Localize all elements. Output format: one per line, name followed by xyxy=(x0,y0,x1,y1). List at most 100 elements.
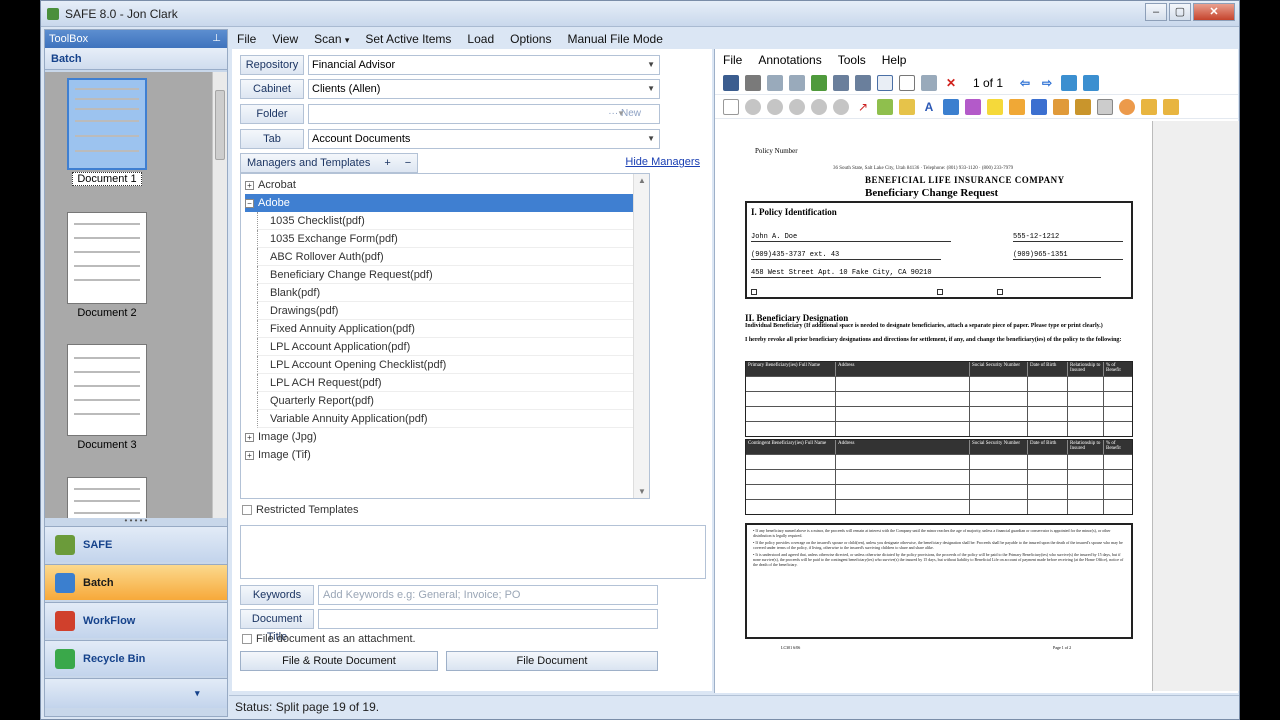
rotate-right-icon[interactable] xyxy=(789,74,805,91)
toolbox-splitter[interactable]: • • • • • xyxy=(45,517,227,526)
brush-icon[interactable] xyxy=(965,98,981,115)
tab-select[interactable]: Account Documents ▼ xyxy=(308,129,660,149)
tree-item-template[interactable]: Variable Annuity Application(pdf) xyxy=(257,410,635,428)
file-document-button[interactable]: File Document xyxy=(446,651,658,671)
viewer-menu-annotations[interactable]: Annotations xyxy=(750,53,829,67)
menu-options[interactable]: Options xyxy=(502,32,559,46)
tree-scrollbar[interactable]: ▲ ▼ xyxy=(633,174,649,498)
text-icon[interactable]: A xyxy=(921,99,937,115)
select-icon[interactable] xyxy=(899,74,915,91)
document-canvas[interactable]: Policy Number 36 South State, Salt Lake … xyxy=(715,121,1153,691)
repository-select[interactable]: Financial Advisor ▼ xyxy=(308,55,660,75)
cabinet-select[interactable]: Clients (Allen) ▼ xyxy=(308,79,660,99)
viewer-menu-help[interactable]: Help xyxy=(874,53,915,67)
sticky-note-icon[interactable] xyxy=(987,98,1003,115)
tab-label[interactable]: Tab xyxy=(240,129,304,149)
nav-recycle-bin[interactable]: Recycle Bin xyxy=(45,640,227,676)
protractor-icon[interactable] xyxy=(1163,98,1179,115)
tree-item-image-jpg[interactable]: + Image (Jpg) xyxy=(245,428,317,446)
toolbox-section-batch[interactable]: Batch xyxy=(45,48,227,70)
note-icon[interactable] xyxy=(899,98,915,115)
tree-item-template[interactable]: Blank(pdf) xyxy=(257,284,635,302)
tree-item-acrobat[interactable]: + Acrobat xyxy=(245,176,296,194)
tree-item-template[interactable]: Quarterly Report(pdf) xyxy=(257,392,635,410)
nav-safe[interactable]: SAFE xyxy=(45,526,227,562)
maximize-button[interactable]: ▢ xyxy=(1169,3,1191,21)
next-page-icon[interactable]: ⇨ xyxy=(1039,75,1055,91)
document-title-label[interactable]: Document Title xyxy=(240,609,314,643)
tree-item-template[interactable]: 1035 Checklist(pdf) xyxy=(257,212,635,230)
keywords-input[interactable]: Add Keywords e.g: General; Invoice; PO xyxy=(318,585,658,605)
document-title-input[interactable] xyxy=(318,609,658,629)
circle-icon[interactable] xyxy=(767,98,783,115)
nav-batch[interactable]: Batch xyxy=(45,564,227,600)
nav-workflow[interactable]: WorkFlow xyxy=(45,602,227,638)
blackout-icon[interactable] xyxy=(1119,98,1135,115)
magnify-icon[interactable] xyxy=(921,74,937,91)
tree-item-adobe[interactable]: − Adobe xyxy=(245,194,635,212)
rotate-left-icon[interactable] xyxy=(767,74,783,91)
restricted-templates-checkbox[interactable]: Restricted Templates xyxy=(242,504,359,516)
tree-item-template[interactable]: Fixed Annuity Application(pdf) xyxy=(257,320,635,338)
delete-icon[interactable]: ✕ xyxy=(943,75,959,91)
target-icon[interactable] xyxy=(833,98,849,115)
lock-icon[interactable] xyxy=(1075,98,1091,115)
keywords-label[interactable]: Keywords xyxy=(240,585,314,605)
ellipse-icon[interactable] xyxy=(789,98,805,115)
pin-icon[interactable]: ⊥ xyxy=(212,30,221,48)
pointer-icon[interactable] xyxy=(723,98,739,115)
folder-select[interactable]: ··· New ▼ xyxy=(308,104,660,124)
remove-icon[interactable]: − xyxy=(405,154,411,172)
thumbnail-scrollbar[interactable] xyxy=(212,72,227,518)
chevron-down-icon[interactable]: ▾ xyxy=(195,688,200,699)
image-icon[interactable] xyxy=(1009,98,1025,115)
managers-templates-tab[interactable]: Managers and Templates + − xyxy=(240,153,419,173)
zoom-area-icon[interactable] xyxy=(855,74,871,91)
text-edit-icon[interactable] xyxy=(943,98,959,115)
tree-item-template[interactable]: LPL Account Opening Checklist(pdf) xyxy=(257,356,635,374)
tree-item-template[interactable]: LPL ACH Request(pdf) xyxy=(257,374,635,392)
tree-item-template[interactable]: 1035 Exchange Form(pdf) xyxy=(257,230,635,248)
hide-managers-link[interactable]: Hide Managers xyxy=(625,156,700,168)
menu-view[interactable]: View xyxy=(264,32,306,46)
viewer-menu-tools[interactable]: Tools xyxy=(830,53,874,67)
ring-icon[interactable] xyxy=(811,98,827,115)
print-icon[interactable] xyxy=(745,74,761,91)
fill-icon[interactable] xyxy=(1031,98,1047,115)
tree-item-template[interactable]: ABC Rollover Auth(pdf) xyxy=(257,248,635,266)
tree-item-template[interactable]: LPL Account Application(pdf) xyxy=(257,338,635,356)
document-thumb-1[interactable]: Document 1 xyxy=(67,78,147,186)
redact-icon[interactable] xyxy=(1053,98,1069,115)
viewer-menu-file[interactable]: File xyxy=(715,53,750,67)
notes-area[interactable] xyxy=(240,525,706,579)
zoom-in-icon[interactable] xyxy=(1061,74,1078,91)
document-thumb-2[interactable]: Document 2 xyxy=(67,212,147,319)
menu-set-active-items[interactable]: Set Active Items xyxy=(357,32,459,46)
attachment-checkbox[interactable]: File document as an attachment. xyxy=(242,633,416,645)
nav-overflow[interactable]: ▾ xyxy=(45,678,227,708)
folder-label[interactable]: Folder xyxy=(240,104,304,124)
tree-item-template[interactable]: Beneficiary Change Request(pdf) xyxy=(257,266,635,284)
menu-manual-file-mode[interactable]: Manual File Mode xyxy=(559,32,670,46)
save-icon[interactable] xyxy=(723,74,739,91)
document-thumb-3[interactable]: Document 3 xyxy=(67,344,147,451)
pan-icon[interactable] xyxy=(877,74,893,91)
close-button[interactable]: ✕ xyxy=(1193,3,1235,21)
menu-file[interactable]: File xyxy=(229,32,264,46)
highlight-icon[interactable] xyxy=(811,74,827,91)
stamp-icon[interactable] xyxy=(745,98,761,115)
arrow-icon[interactable]: ↗ xyxy=(855,99,871,115)
menu-load[interactable]: Load xyxy=(459,32,502,46)
tree-item-image-tif[interactable]: + Image (Tif) xyxy=(245,446,311,464)
repository-label[interactable]: Repository xyxy=(240,55,304,75)
measure-icon[interactable] xyxy=(1141,98,1157,115)
add-icon[interactable]: + xyxy=(384,154,390,172)
file-route-button[interactable]: File & Route Document xyxy=(240,651,438,671)
tree-item-template[interactable]: Drawings(pdf) xyxy=(257,302,635,320)
zoom-out-icon[interactable] xyxy=(1083,74,1100,91)
rectangle-icon[interactable] xyxy=(1097,98,1113,115)
cabinet-label[interactable]: Cabinet xyxy=(240,79,304,99)
menu-scan[interactable]: Scan ▾ xyxy=(306,32,357,46)
previous-page-icon[interactable]: ⇦ xyxy=(1017,75,1033,91)
fit-page-icon[interactable] xyxy=(833,74,849,91)
